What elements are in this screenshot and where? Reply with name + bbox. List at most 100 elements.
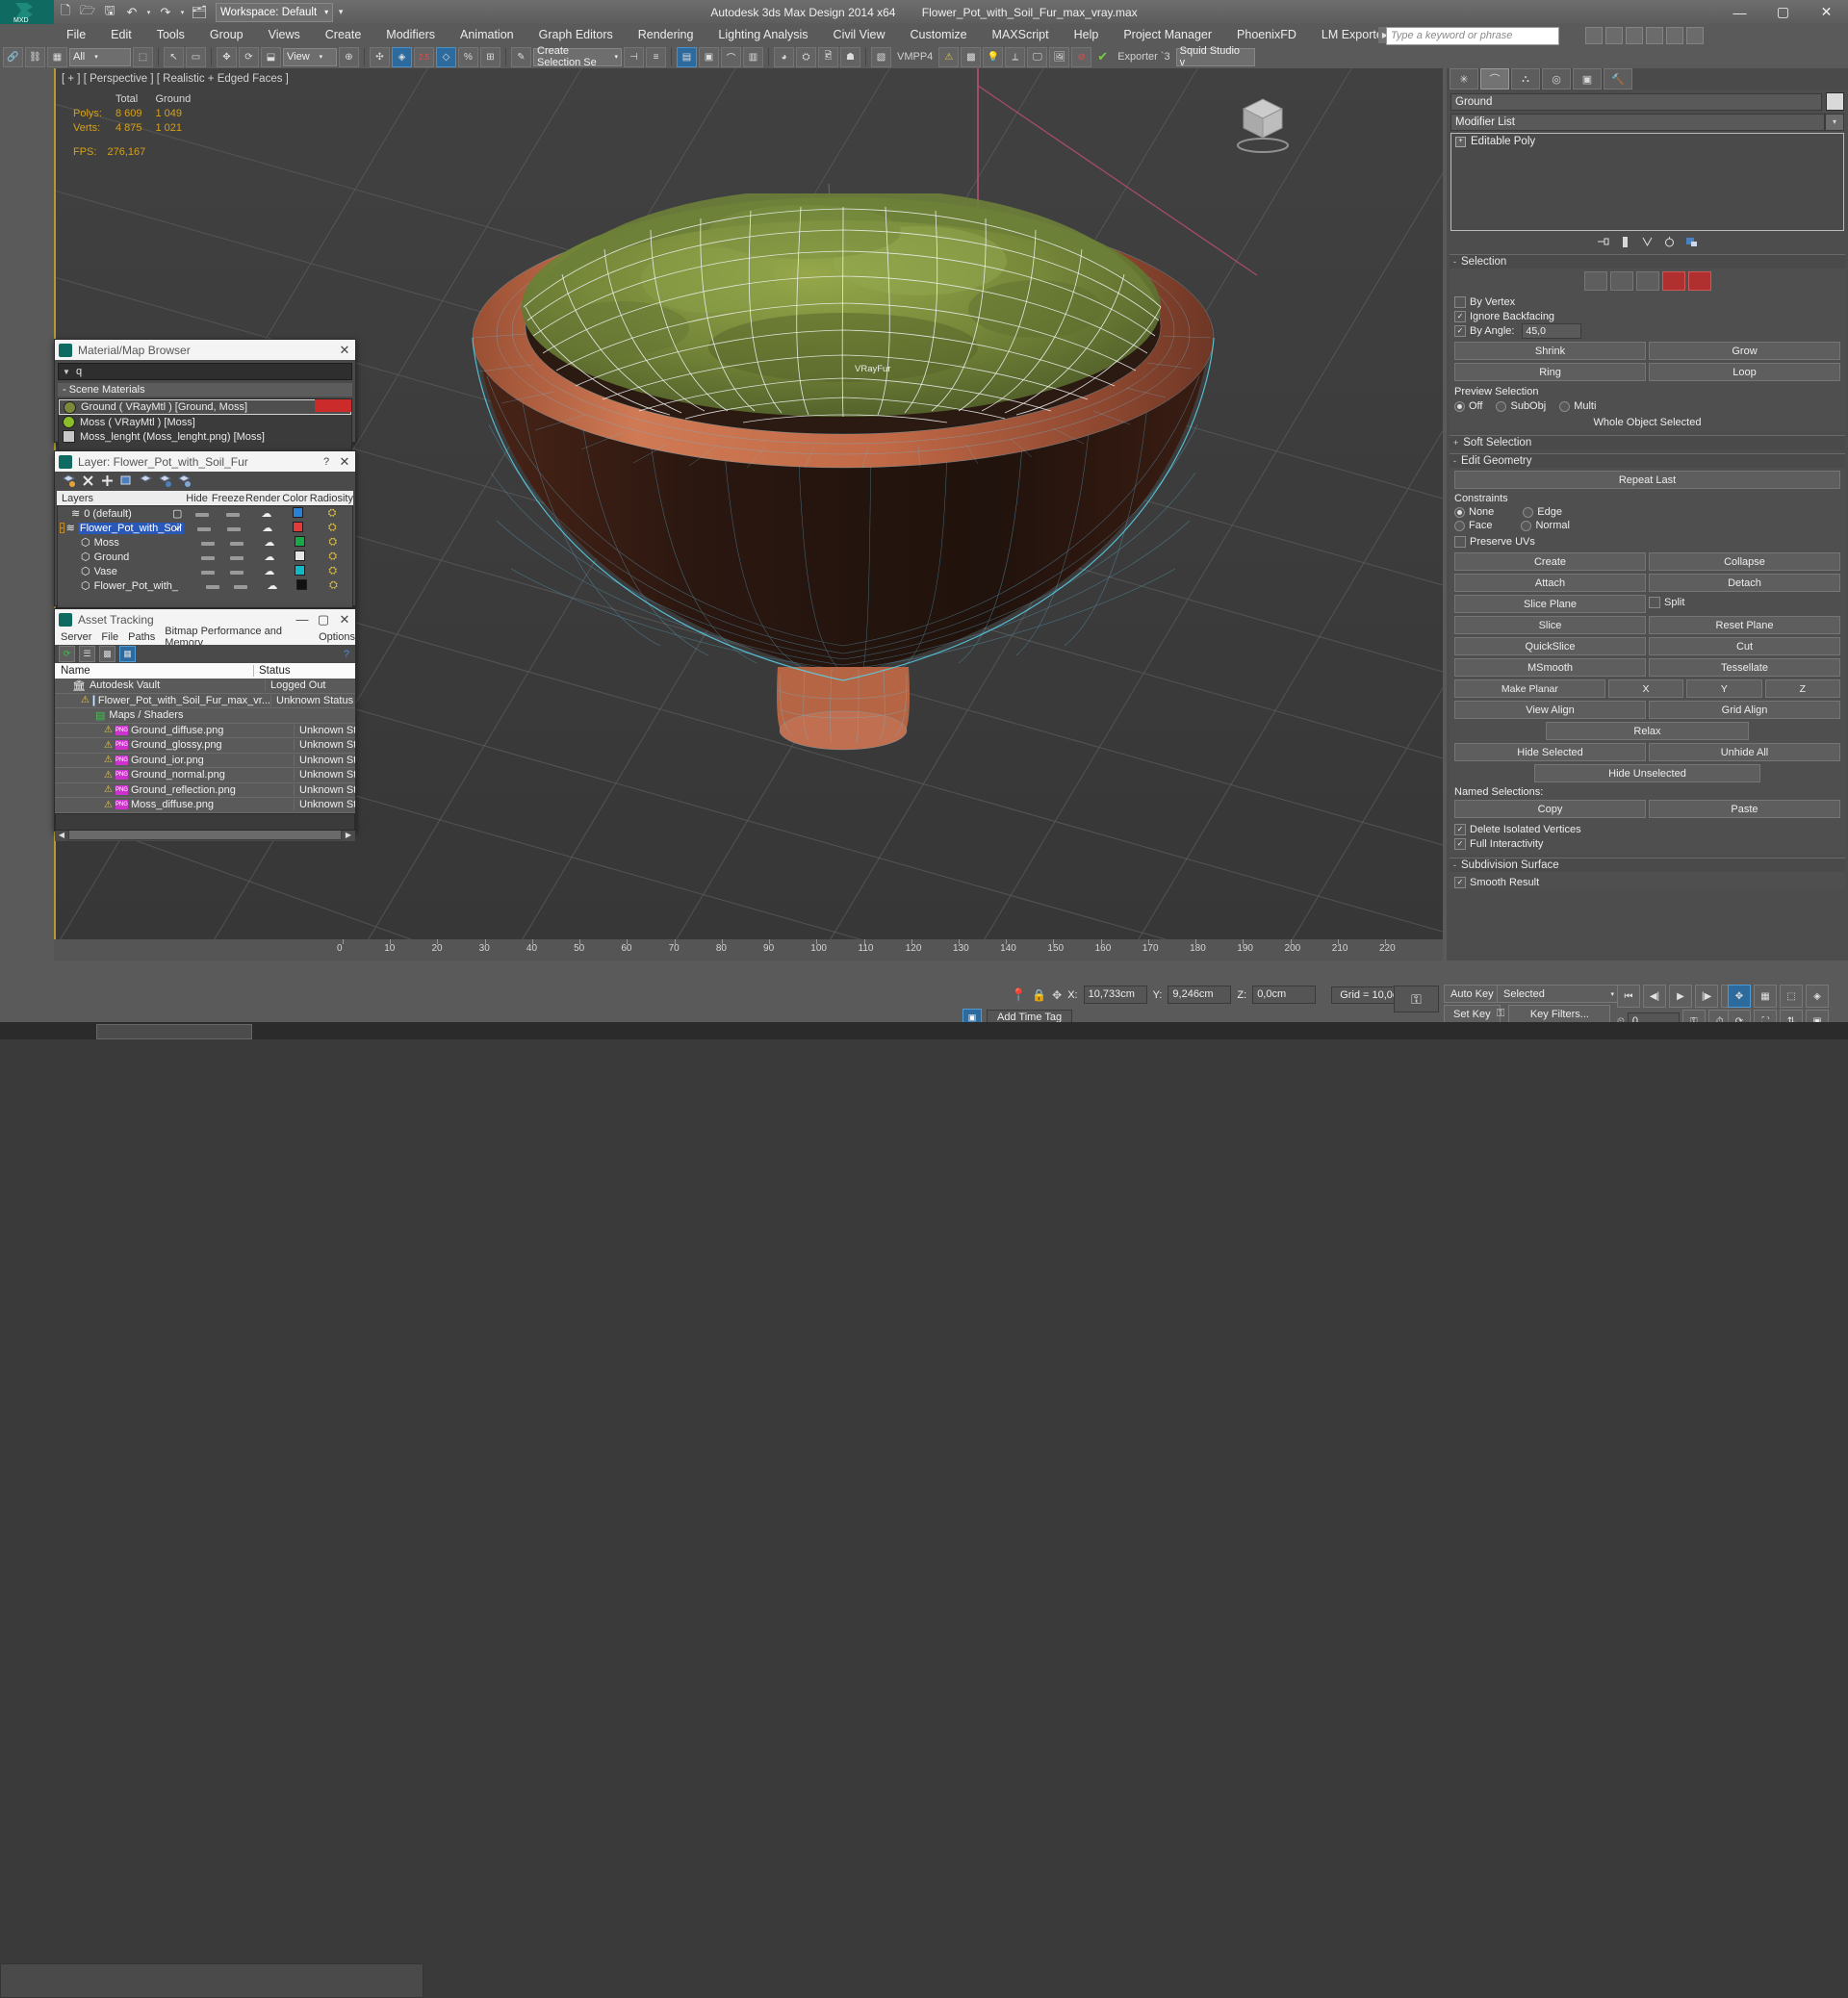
cut-button[interactable]: Cut <box>1649 637 1840 655</box>
mirror-icon[interactable]: ✎ <box>511 47 531 67</box>
preview-subobj-radio-row[interactable]: SubObj <box>1496 400 1546 412</box>
qat-overflow-icon[interactable]: ▾ <box>336 3 346 22</box>
bind-space-warp-icon[interactable]: ▦ <box>47 47 67 67</box>
layer-current-marker[interactable]: ✓ <box>167 522 191 534</box>
angle-snap-icon[interactable]: 2.5 <box>414 47 434 67</box>
detach-button[interactable]: Detach <box>1649 574 1840 592</box>
display-tab[interactable]: ▣ <box>1573 68 1602 90</box>
layer-radiosity-icon[interactable]: ⛭ <box>312 522 352 534</box>
window-crossing-icon[interactable]: ▭ <box>186 47 206 67</box>
collapse-button[interactable]: Collapse <box>1649 552 1840 571</box>
viewport-label[interactable]: [ + ] [ Perspective ] [ Realistic + Edge… <box>62 73 289 85</box>
collapse-icon[interactable]: - <box>1453 456 1456 466</box>
constraint-normal-radio[interactable] <box>1521 521 1531 531</box>
preview-off-radio-row[interactable]: Off <box>1454 400 1482 412</box>
unlink-icon[interactable]: ⛓ <box>25 47 45 67</box>
hide-selected-button[interactable]: Hide Selected <box>1454 743 1646 761</box>
undo-icon[interactable]: ↶ <box>122 3 141 22</box>
layer-radiosity-icon[interactable]: ⛭ <box>313 536 352 549</box>
y-coordinate-field[interactable]: 9,246cm <box>1168 986 1231 1004</box>
reset-plane-button[interactable]: Reset Plane <box>1649 616 1840 634</box>
absolute-mode-icon[interactable]: ✥ <box>1052 988 1062 1002</box>
layer-help-icon[interactable]: ? <box>319 456 334 468</box>
layer-freeze-toggle[interactable] <box>218 523 251 534</box>
scroll-right-icon[interactable]: ▶ <box>342 831 355 839</box>
layer-freeze-toggle[interactable] <box>225 580 257 592</box>
matbrowser-search-row[interactable]: ▼ <box>58 363 352 380</box>
modify-tab[interactable]: ⌒ <box>1480 68 1509 90</box>
matbrowser-close-icon[interactable]: ✕ <box>334 343 355 358</box>
paste-button[interactable]: Paste <box>1649 800 1840 818</box>
make-planar-y-button[interactable]: Y <box>1686 679 1761 698</box>
grow-button[interactable]: Grow <box>1649 342 1840 360</box>
shrink-button[interactable]: Shrink <box>1454 342 1646 360</box>
layer-color-swatch[interactable] <box>283 507 312 521</box>
constraint-face-row[interactable]: Face <box>1454 520 1492 531</box>
menu-tools[interactable]: Tools <box>144 24 197 45</box>
menu-project-manager[interactable]: Project Manager <box>1111 24 1224 45</box>
matbrowser-search-input[interactable] <box>74 365 351 378</box>
menu-graph-editors[interactable]: Graph Editors <box>526 24 626 45</box>
modifier-stack[interactable]: + Editable Poly <box>1450 133 1844 231</box>
edge-subobject-button[interactable] <box>1610 271 1633 291</box>
smooth-result-row[interactable]: ✓Smooth Result <box>1454 875 1840 889</box>
layer-manager-icon[interactable]: ▤ <box>677 47 697 67</box>
constraint-edge-radio[interactable] <box>1523 507 1533 518</box>
layer-hide-toggle[interactable] <box>194 551 220 563</box>
menu-group[interactable]: Group <box>197 24 256 45</box>
asset-maximize-icon[interactable]: ▢ <box>313 612 334 628</box>
chevron-down-icon[interactable]: ▾ <box>1825 114 1844 131</box>
asset-minimize-icon[interactable]: — <box>292 612 313 627</box>
field-of-view-icon[interactable]: ◈ <box>1806 985 1829 1008</box>
material-editor-icon[interactable]: ◕ <box>774 47 794 67</box>
layer-hide-toggle[interactable] <box>189 508 216 520</box>
menu-customize[interactable]: Customize <box>898 24 980 45</box>
layer-render-toggle[interactable]: ☁ <box>250 522 284 534</box>
relax-button[interactable]: Relax <box>1546 722 1749 740</box>
spinner-snap-icon[interactable]: % <box>458 47 478 67</box>
layer-manager-dialog[interactable]: Layer: Flower_Pot_with_Soil_Fur ? ✕ Laye… <box>54 450 356 606</box>
vertex-subobject-button[interactable] <box>1584 271 1607 291</box>
preserve-uvs-checkbox[interactable] <box>1454 536 1466 548</box>
table-row[interactable]: ⚠PNGGround_ior.png Unknown Status, Foun <box>55 754 355 769</box>
view-align-button[interactable]: View Align <box>1454 701 1646 719</box>
named-selection-sets-combo[interactable]: Create Selection Se▾ <box>533 48 622 66</box>
asset-col-name[interactable]: Name <box>55 665 254 677</box>
tessellate-button[interactable]: Tessellate <box>1649 658 1840 677</box>
camera-icon[interactable]: 🖼 <box>1049 47 1069 67</box>
thumbnail-view-icon[interactable]: ▩ <box>99 646 116 662</box>
material-map-browser-dialog[interactable]: Material/Map Browser ✕ ▼ - Scene Materia… <box>54 339 356 443</box>
slice-button[interactable]: Slice <box>1454 616 1646 634</box>
question-icon[interactable] <box>1686 27 1704 44</box>
matbrowser-filter-icon[interactable]: ▼ <box>59 368 74 376</box>
z-coordinate-field[interactable]: 0,0cm <box>1252 986 1316 1004</box>
create-tab[interactable]: ✳ <box>1450 68 1478 90</box>
render-production-icon[interactable]: ☗ <box>840 47 860 67</box>
layer-freeze-toggle[interactable] <box>220 537 253 549</box>
use-pivot-center-icon[interactable]: ⊕ <box>339 47 359 67</box>
show-end-result-icon[interactable] <box>1619 236 1631 248</box>
material-row[interactable]: Ground ( VRayMtl ) [Ground, Moss] <box>59 399 351 415</box>
table-row[interactable]: ⚠PNGGround_normal.png Unknown Status, Fo… <box>55 768 355 783</box>
preview-subobj-radio[interactable] <box>1496 401 1506 412</box>
preview-multi-radio-row[interactable]: Multi <box>1559 400 1596 412</box>
table-row[interactable]: 🏛Autodesk Vault Logged Out <box>55 679 355 694</box>
table-row[interactable]: ⚠PNGMoss_diffuse.png Unknown Status, Fou… <box>55 798 355 813</box>
layer-color-swatch[interactable] <box>284 522 312 535</box>
split-checkbox[interactable] <box>1649 597 1660 608</box>
timeline-ruler[interactable]: 0102030405060708090100110120130140150160… <box>54 939 1443 961</box>
menu-file[interactable]: File <box>54 24 98 45</box>
layer-hide-toggle[interactable] <box>191 523 218 534</box>
constraint-none-row[interactable]: None <box>1454 506 1494 518</box>
pin-stack-icon[interactable] <box>1597 236 1609 248</box>
save-icon[interactable]: 🖫 <box>100 3 119 22</box>
by-vertex-row[interactable]: By Vertex <box>1454 295 1840 309</box>
schematic-view-icon[interactable]: ▥ <box>743 47 763 67</box>
select-and-manipulate-icon[interactable]: ✣ <box>370 47 390 67</box>
mini-listener[interactable] <box>0 1963 424 1998</box>
new-icon[interactable]: 🗋 <box>56 3 75 22</box>
search-input[interactable]: Type a keyword or phrase <box>1386 27 1559 45</box>
table-row[interactable]: ⚠PNGGround_diffuse.png Unknown Status, F… <box>55 724 355 739</box>
layer-row[interactable]: -≋Flower_Pot_with_Soil ✓ ☁ ⛭ <box>58 521 352 535</box>
hierarchy-tab[interactable]: ⛬ <box>1511 68 1540 90</box>
